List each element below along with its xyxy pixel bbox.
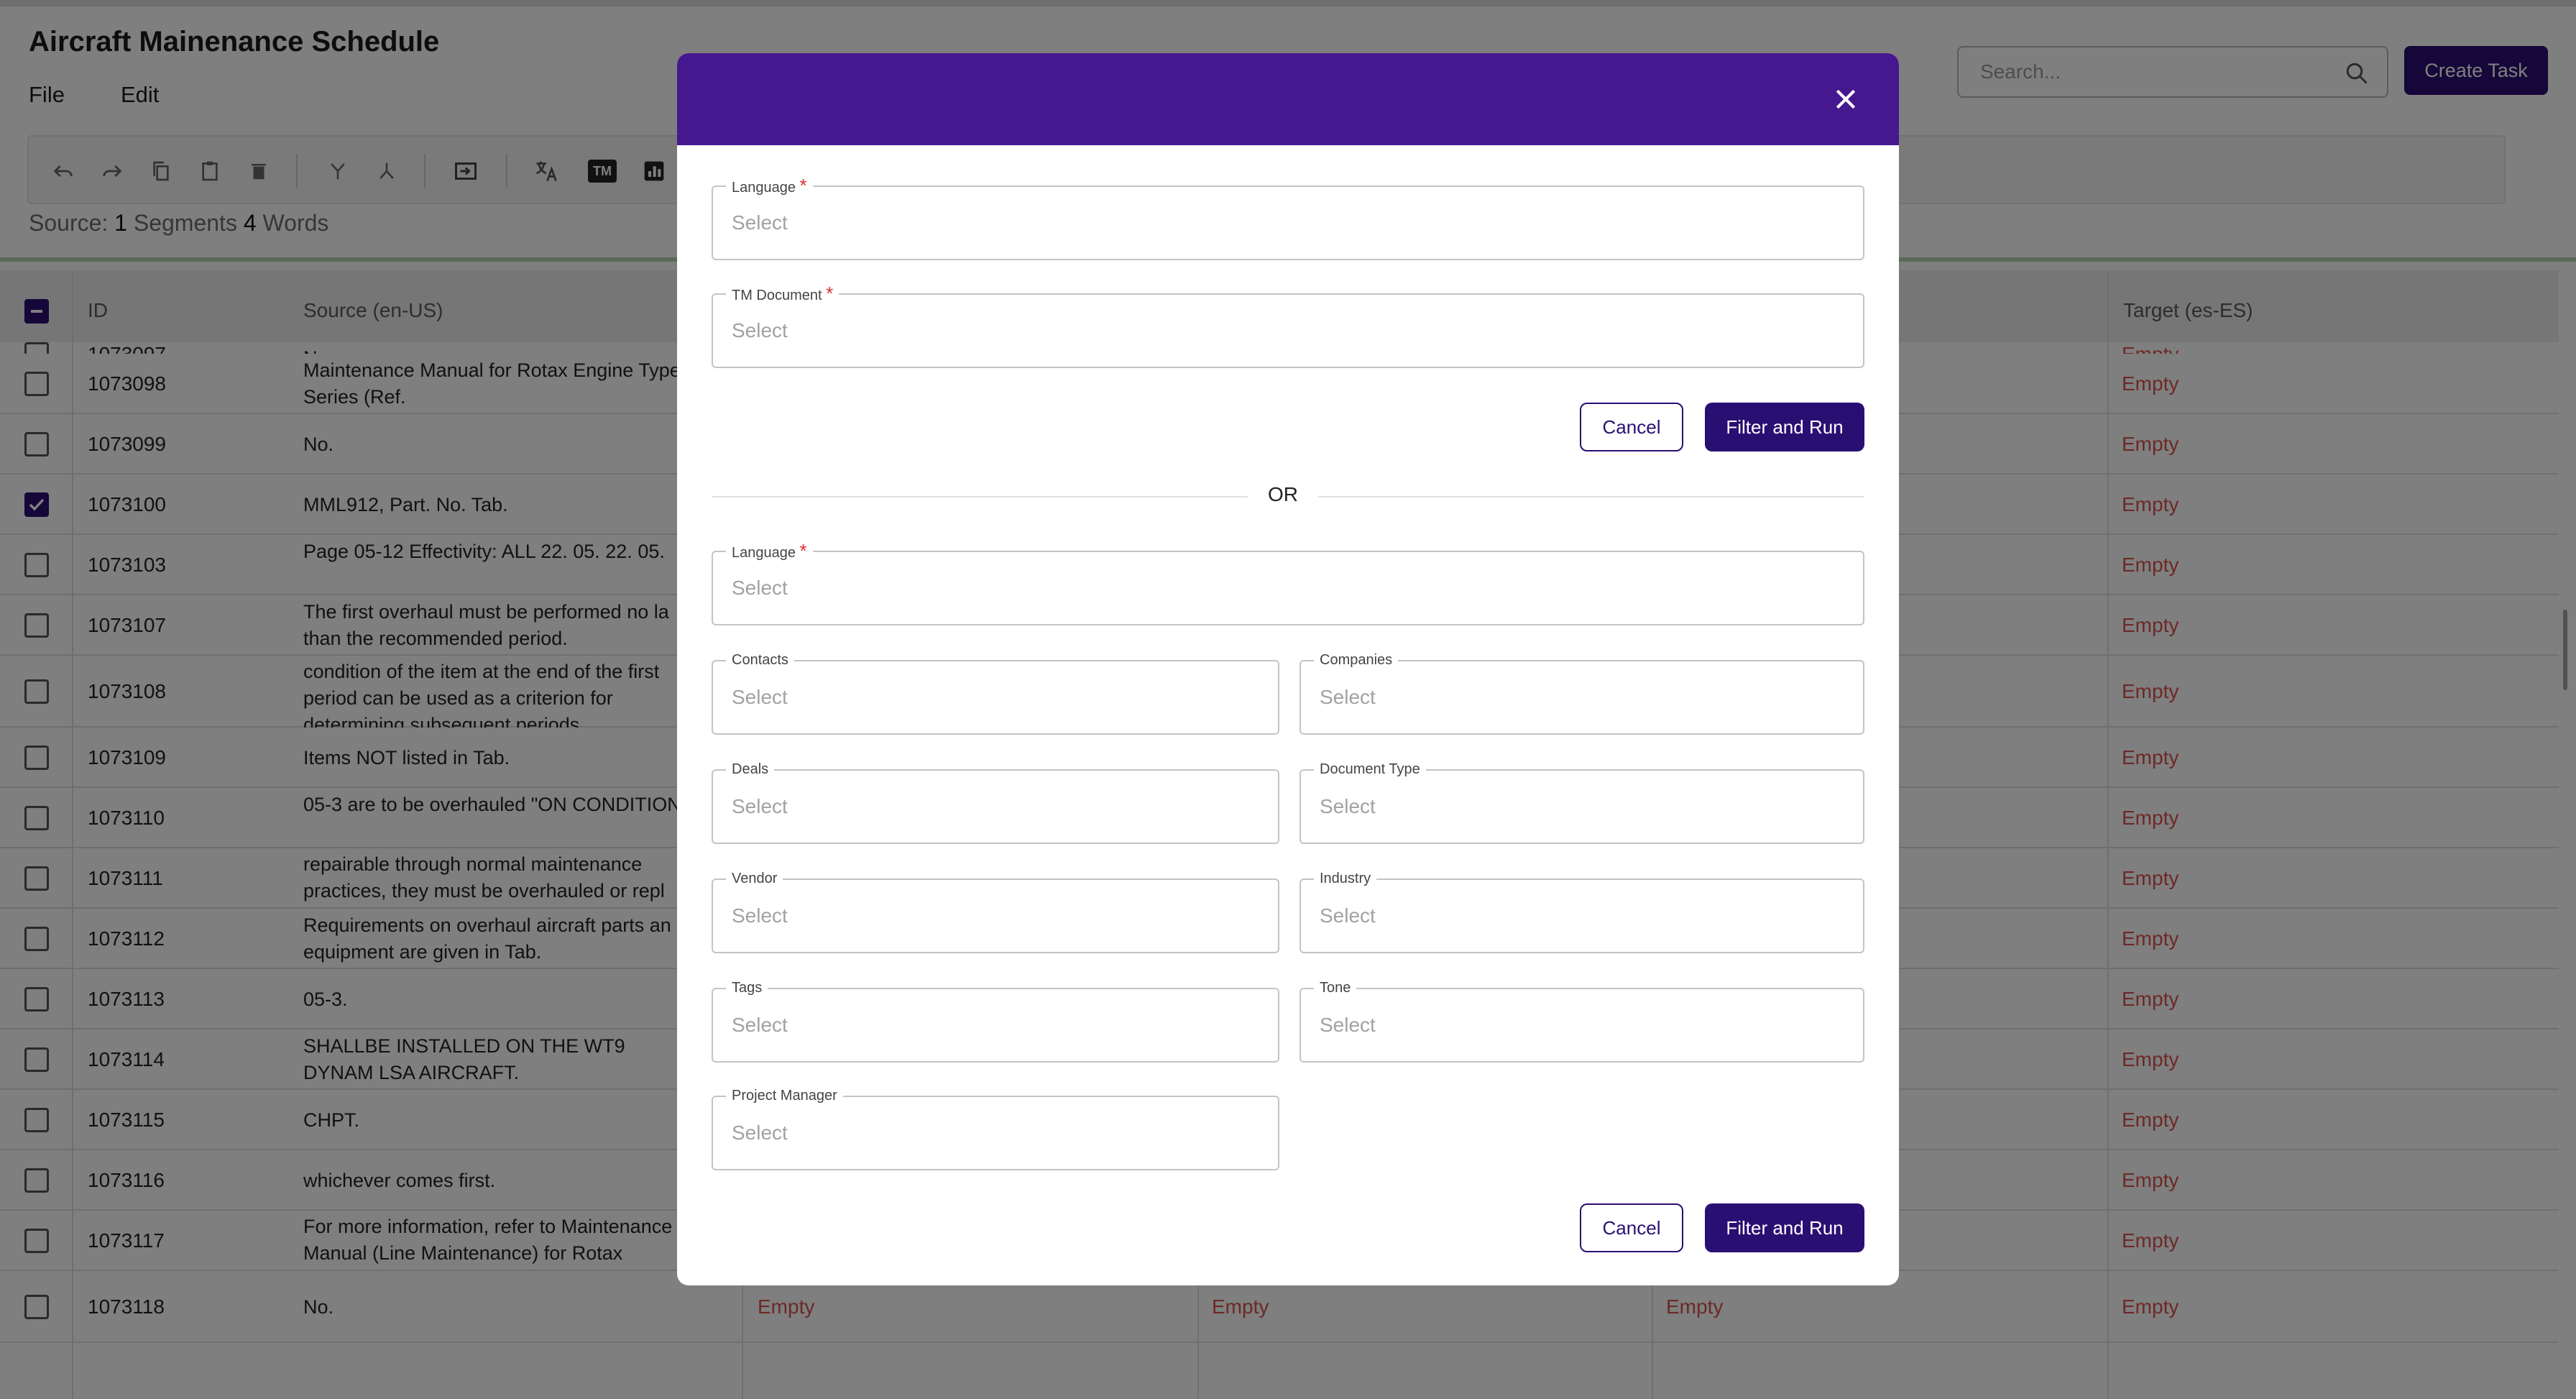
select-value: Select [732, 904, 788, 927]
field-label: Vendor [726, 870, 783, 887]
select-value: Select [1320, 904, 1376, 927]
language-select-1[interactable]: Language * Select [712, 176, 1864, 260]
select-value: Select [732, 211, 788, 234]
field-label: Language [732, 180, 796, 196]
field-label: Language [732, 545, 796, 561]
select-value: Select [732, 577, 788, 599]
field-label: Project Manager [726, 1087, 843, 1104]
field-label: TM Document [732, 288, 822, 303]
contacts-select[interactable]: Contacts Select [712, 651, 1279, 735]
select-value: Select [1320, 795, 1376, 817]
or-divider-left [712, 496, 1248, 497]
cancel-button[interactable]: Cancel [1580, 1203, 1683, 1252]
industry-select[interactable]: Industry Select [1300, 870, 1864, 953]
field-label: Industry [1314, 870, 1377, 887]
modal-header [677, 53, 1899, 145]
select-value: Select [732, 1014, 788, 1036]
field-label: Deals [726, 761, 775, 778]
tone-select[interactable]: Tone Select [1300, 979, 1864, 1063]
tm-document-select[interactable]: TM Document * Select [712, 284, 1864, 368]
project-manager-select[interactable]: Project Manager Select [712, 1087, 1279, 1170]
close-icon[interactable] [1831, 85, 1860, 114]
select-value: Select [1320, 1014, 1376, 1036]
select-value: Select [732, 795, 788, 817]
select-value: Select [1320, 686, 1376, 708]
language-select-2[interactable]: Language * Select [712, 541, 1864, 625]
field-label: Contacts [726, 651, 794, 669]
select-value: Select [732, 1122, 788, 1144]
required-marker: * [799, 175, 807, 196]
vendor-select[interactable]: Vendor Select [712, 870, 1279, 953]
field-label: Tags [726, 979, 768, 996]
filter-and-run-button[interactable]: Filter and Run [1705, 1203, 1864, 1252]
document-type-select[interactable]: Document Type Select [1300, 761, 1864, 844]
field-label: Document Type [1314, 761, 1426, 778]
filter-and-run-button[interactable]: Filter and Run [1705, 403, 1864, 451]
or-divider-right [1318, 496, 1864, 497]
required-marker: * [799, 540, 807, 561]
required-marker: * [826, 283, 834, 304]
companies-select[interactable]: Companies Select [1300, 651, 1864, 735]
field-label: Tone [1314, 979, 1357, 996]
field-label: Companies [1314, 651, 1399, 669]
or-label: OR [1268, 483, 1298, 505]
filter-modal: Language * Select TM Document * Select C… [677, 53, 1899, 1285]
select-value: Select [732, 686, 788, 708]
select-value: Select [732, 319, 788, 341]
deals-select[interactable]: Deals Select [712, 761, 1279, 844]
cancel-button[interactable]: Cancel [1580, 403, 1683, 451]
tags-select[interactable]: Tags Select [712, 979, 1279, 1063]
